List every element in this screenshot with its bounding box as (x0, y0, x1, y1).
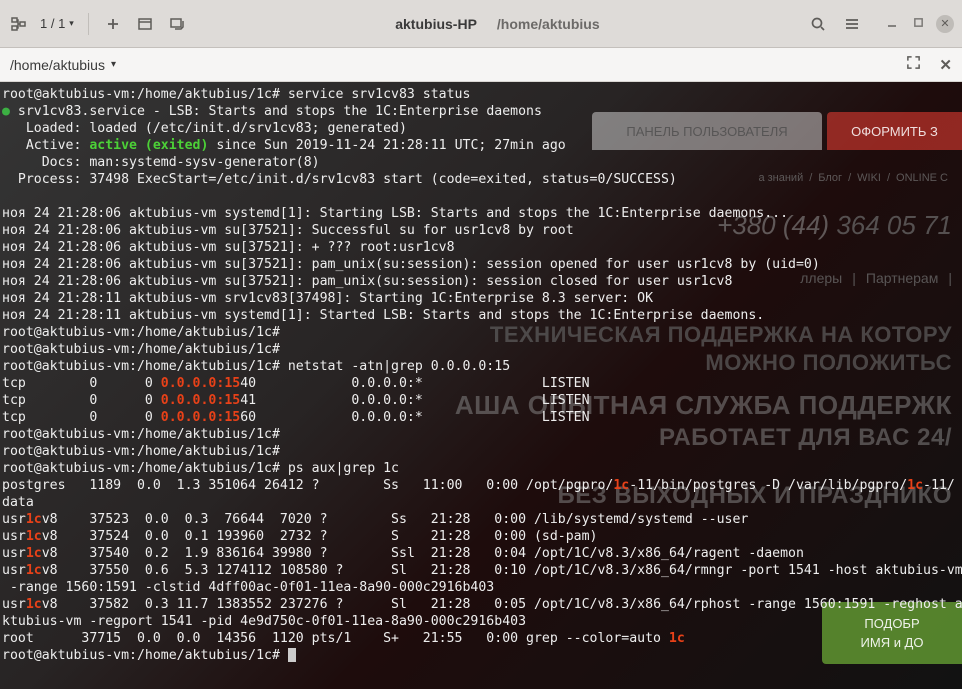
maximize-button[interactable] (910, 15, 926, 31)
terminal-output: root@aktubius-vm:/home/aktubius/1c# serv… (0, 82, 962, 668)
close-button[interactable]: ✕ (936, 15, 954, 33)
terminal-pane[interactable]: ПАНЕЛЬ ПОЛЬЗОВАТЕЛЯ ОФОРМИТЬ З а знаний/… (0, 82, 962, 689)
broadcast-icon[interactable] (167, 14, 187, 34)
chevron-down-icon[interactable]: ▾ (69, 18, 74, 29)
titlebar-right: ✕ (808, 14, 954, 34)
tab-counter-text: 1 / 1 (40, 16, 65, 31)
titlebar-left: 1 / 1 ▾ (8, 13, 187, 35)
fullscreen-icon[interactable] (906, 55, 921, 75)
window-titlebar: 1 / 1 ▾ aktubius-HP /home/aktubius (0, 0, 962, 48)
minimize-button[interactable] (884, 15, 900, 31)
pathbar-text: /home/aktubius (10, 57, 105, 73)
window-path-title: /home/aktubius (497, 16, 600, 32)
tab-counter: 1 / 1 ▾ (40, 16, 74, 31)
search-icon[interactable] (808, 14, 828, 34)
pathbar-path[interactable]: /home/aktubius ▾ (10, 57, 116, 73)
terminal-cursor (288, 648, 296, 662)
new-window-icon[interactable] (135, 14, 155, 34)
new-tab-button[interactable] (103, 14, 123, 34)
separator (88, 13, 89, 35)
window-app-title: aktubius-HP (395, 16, 477, 32)
session-tree-icon[interactable] (8, 14, 28, 34)
close-tab-icon[interactable]: ✕ (939, 56, 952, 74)
window-controls: ✕ (884, 15, 954, 33)
hamburger-menu-icon[interactable] (842, 14, 862, 34)
pathbar: /home/aktubius ▾ ✕ (0, 48, 962, 82)
chevron-down-icon[interactable]: ▾ (111, 59, 116, 70)
